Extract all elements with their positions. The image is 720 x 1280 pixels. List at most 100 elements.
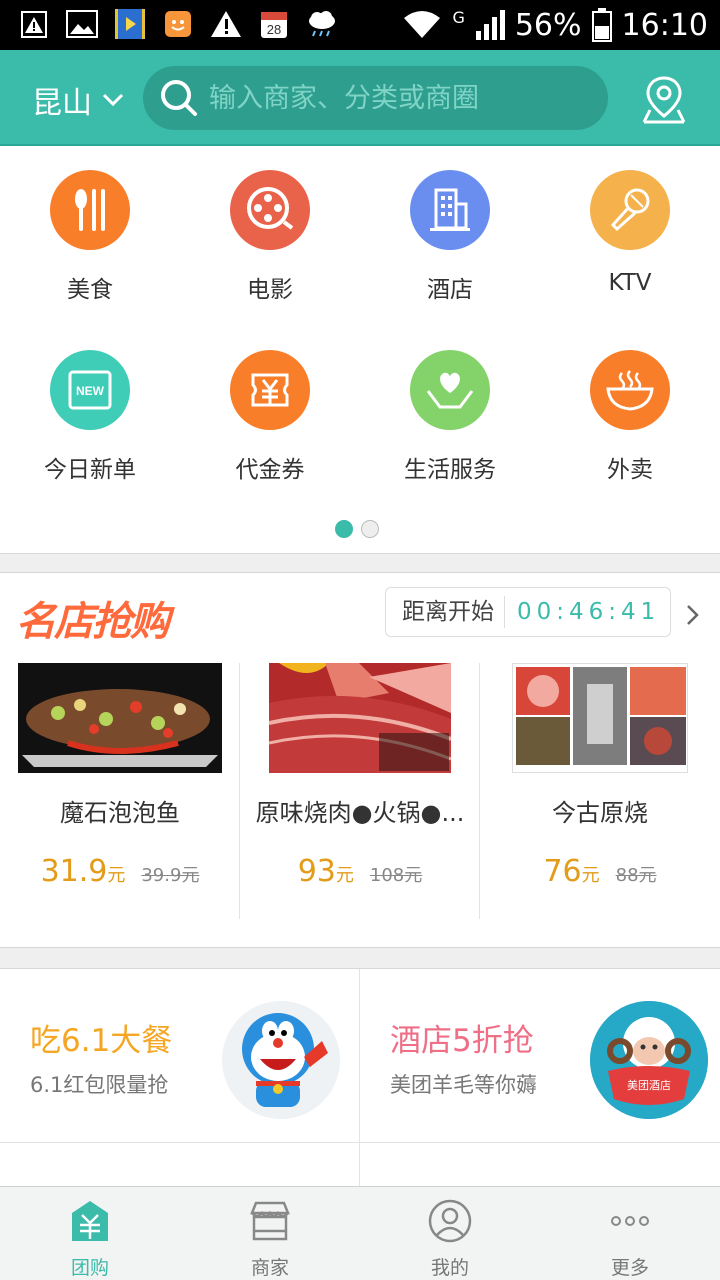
deal-image-fish — [18, 663, 222, 773]
hotel-badge-text: 美团酒店 — [627, 1078, 671, 1092]
app-icon — [162, 7, 194, 41]
deal-card[interactable]: 今古原烧 76元 88元 — [480, 663, 720, 919]
deal-image-bbq — [269, 663, 451, 773]
voucher-icon — [230, 350, 310, 430]
price-unit: 元 — [107, 865, 126, 886]
deal-current-price: 76元 — [543, 854, 599, 889]
category-label: 电影 — [247, 277, 293, 303]
battery-icon — [591, 8, 612, 42]
tab-more[interactable]: 更多 — [540, 1187, 720, 1280]
new-badge-icon: NEW — [50, 350, 130, 430]
sheep-hotel-image: 美团酒店 — [590, 1001, 708, 1119]
doraemon-image — [222, 1001, 340, 1119]
top-header: 昆山 — [0, 50, 720, 146]
deal-image-grill-collage — [512, 663, 688, 773]
promo-card-61-meal[interactable]: 吃6.1大餐 6.1红包限量抢 — [0, 969, 360, 1143]
tab-mine[interactable]: 我的 — [360, 1187, 540, 1280]
page-dot[interactable] — [361, 520, 379, 538]
new-badge-text: NEW — [76, 384, 105, 398]
calendar-icon: 28 — [258, 7, 290, 41]
search-icon — [161, 80, 197, 116]
hotel-building-icon — [410, 170, 490, 250]
category-movie[interactable]: 电影 — [180, 170, 360, 304]
category-label: KTV — [608, 270, 652, 296]
category-new-today[interactable]: NEW 今日新单 — [0, 350, 180, 484]
promo-title: 吃6.1大餐 — [30, 1023, 173, 1059]
category-label: 今日新单 — [44, 457, 136, 483]
signal-icon — [475, 10, 505, 40]
more-icon — [611, 1216, 649, 1226]
category-label: 外卖 — [607, 457, 653, 483]
city-selector[interactable]: 昆山 — [32, 78, 124, 122]
promo-subtitle: 6.1红包限量抢 — [30, 1073, 169, 1097]
bottom-tab-bar: 团购 商家 我的 更多 — [0, 1186, 720, 1280]
category-label: 代金券 — [235, 457, 305, 483]
category-hotel[interactable]: 酒店 — [360, 170, 540, 304]
status-bar: 28 G 56% 16:10 — [0, 0, 720, 50]
battery-percent: 56% — [514, 7, 582, 43]
tab-merchants[interactable]: 商家 — [180, 1187, 360, 1280]
page-indicator — [335, 520, 379, 538]
deal-price-row: 31.9元 39.9元 — [0, 854, 240, 889]
warning-icon — [18, 7, 50, 41]
countdown-time: 00:46:41 — [517, 599, 661, 625]
price-value: 93 — [297, 854, 336, 889]
tab-label: 商家 — [250, 1257, 289, 1279]
store-icon — [250, 1201, 290, 1241]
promo-card-partial[interactable] — [360, 1143, 720, 1189]
microphone-icon — [590, 170, 670, 250]
groupbuy-icon — [72, 1201, 108, 1241]
alert-icon — [210, 7, 242, 41]
deal-name: 魔石泡泡鱼 — [60, 799, 180, 827]
deal-card[interactable]: 原味烧肉●火锅●... 93元 108元 — [240, 663, 480, 919]
promo-card-hotel-half-price[interactable]: 酒店5折抢 美团羊毛等你薅 美团酒店 — [360, 969, 720, 1143]
deal-price-row: 93元 108元 — [240, 854, 480, 889]
flash-sale-more-button[interactable] — [682, 603, 702, 627]
countdown-label: 距离开始 — [386, 596, 505, 628]
price-unit: 元 — [581, 865, 600, 886]
search-bar[interactable] — [143, 66, 608, 130]
deal-name: 今古原烧 — [552, 799, 648, 827]
network-type: G — [452, 8, 465, 27]
category-label: 美食 — [67, 277, 113, 303]
chevron-down-icon — [102, 93, 124, 107]
calendar-day: 28 — [267, 22, 281, 37]
category-label: 酒店 — [427, 277, 473, 303]
deal-card[interactable]: 魔石泡泡鱼 31.9元 39.9元 — [0, 663, 240, 919]
page-dot-active[interactable] — [335, 520, 353, 538]
price-unit: 元 — [335, 865, 354, 886]
film-reel-icon — [230, 170, 310, 250]
food-icon — [50, 170, 130, 250]
deal-original-price: 108元 — [369, 865, 423, 886]
clock: 16:10 — [621, 7, 708, 43]
map-pin-icon — [642, 76, 686, 124]
promo-card-partial[interactable] — [0, 1143, 360, 1189]
deal-name: 原味烧肉●火锅●... — [255, 799, 465, 827]
heart-hands-icon — [410, 350, 490, 430]
search-input[interactable] — [209, 82, 589, 114]
category-voucher[interactable]: 代金券 — [180, 350, 360, 484]
chevron-right-icon — [687, 605, 699, 625]
profile-icon — [428, 1199, 472, 1243]
city-name: 昆山 — [32, 86, 92, 121]
wifi-icon — [404, 11, 441, 38]
category-ktv[interactable]: KTV — [540, 170, 720, 296]
image-icon — [66, 7, 98, 41]
category-food[interactable]: 美食 — [0, 170, 180, 304]
map-location-button[interactable] — [636, 74, 692, 126]
weather-icon — [306, 7, 338, 41]
deal-original-price: 39.9元 — [141, 865, 200, 886]
category-takeout[interactable]: 外卖 — [540, 350, 720, 484]
price-value: 31.9 — [40, 854, 108, 889]
countdown-box: 距离开始 00:46:41 — [385, 587, 671, 637]
category-label: 生活服务 — [404, 457, 496, 483]
price-value: 76 — [543, 854, 582, 889]
tab-label: 团购 — [70, 1257, 109, 1279]
bowl-icon — [590, 350, 670, 430]
app-screen: { "status_bar": { "battery": "56%", "tim… — [0, 0, 720, 1280]
category-life-service[interactable]: 生活服务 — [360, 350, 540, 484]
category-grid: 美食 电影 酒店 KTV NEW 今日新单 代金券 生活服务 外卖 — [0, 146, 720, 554]
tab-groupbuy[interactable]: 团购 — [0, 1187, 180, 1280]
video-icon — [114, 7, 146, 41]
deal-current-price: 93元 — [298, 854, 354, 889]
